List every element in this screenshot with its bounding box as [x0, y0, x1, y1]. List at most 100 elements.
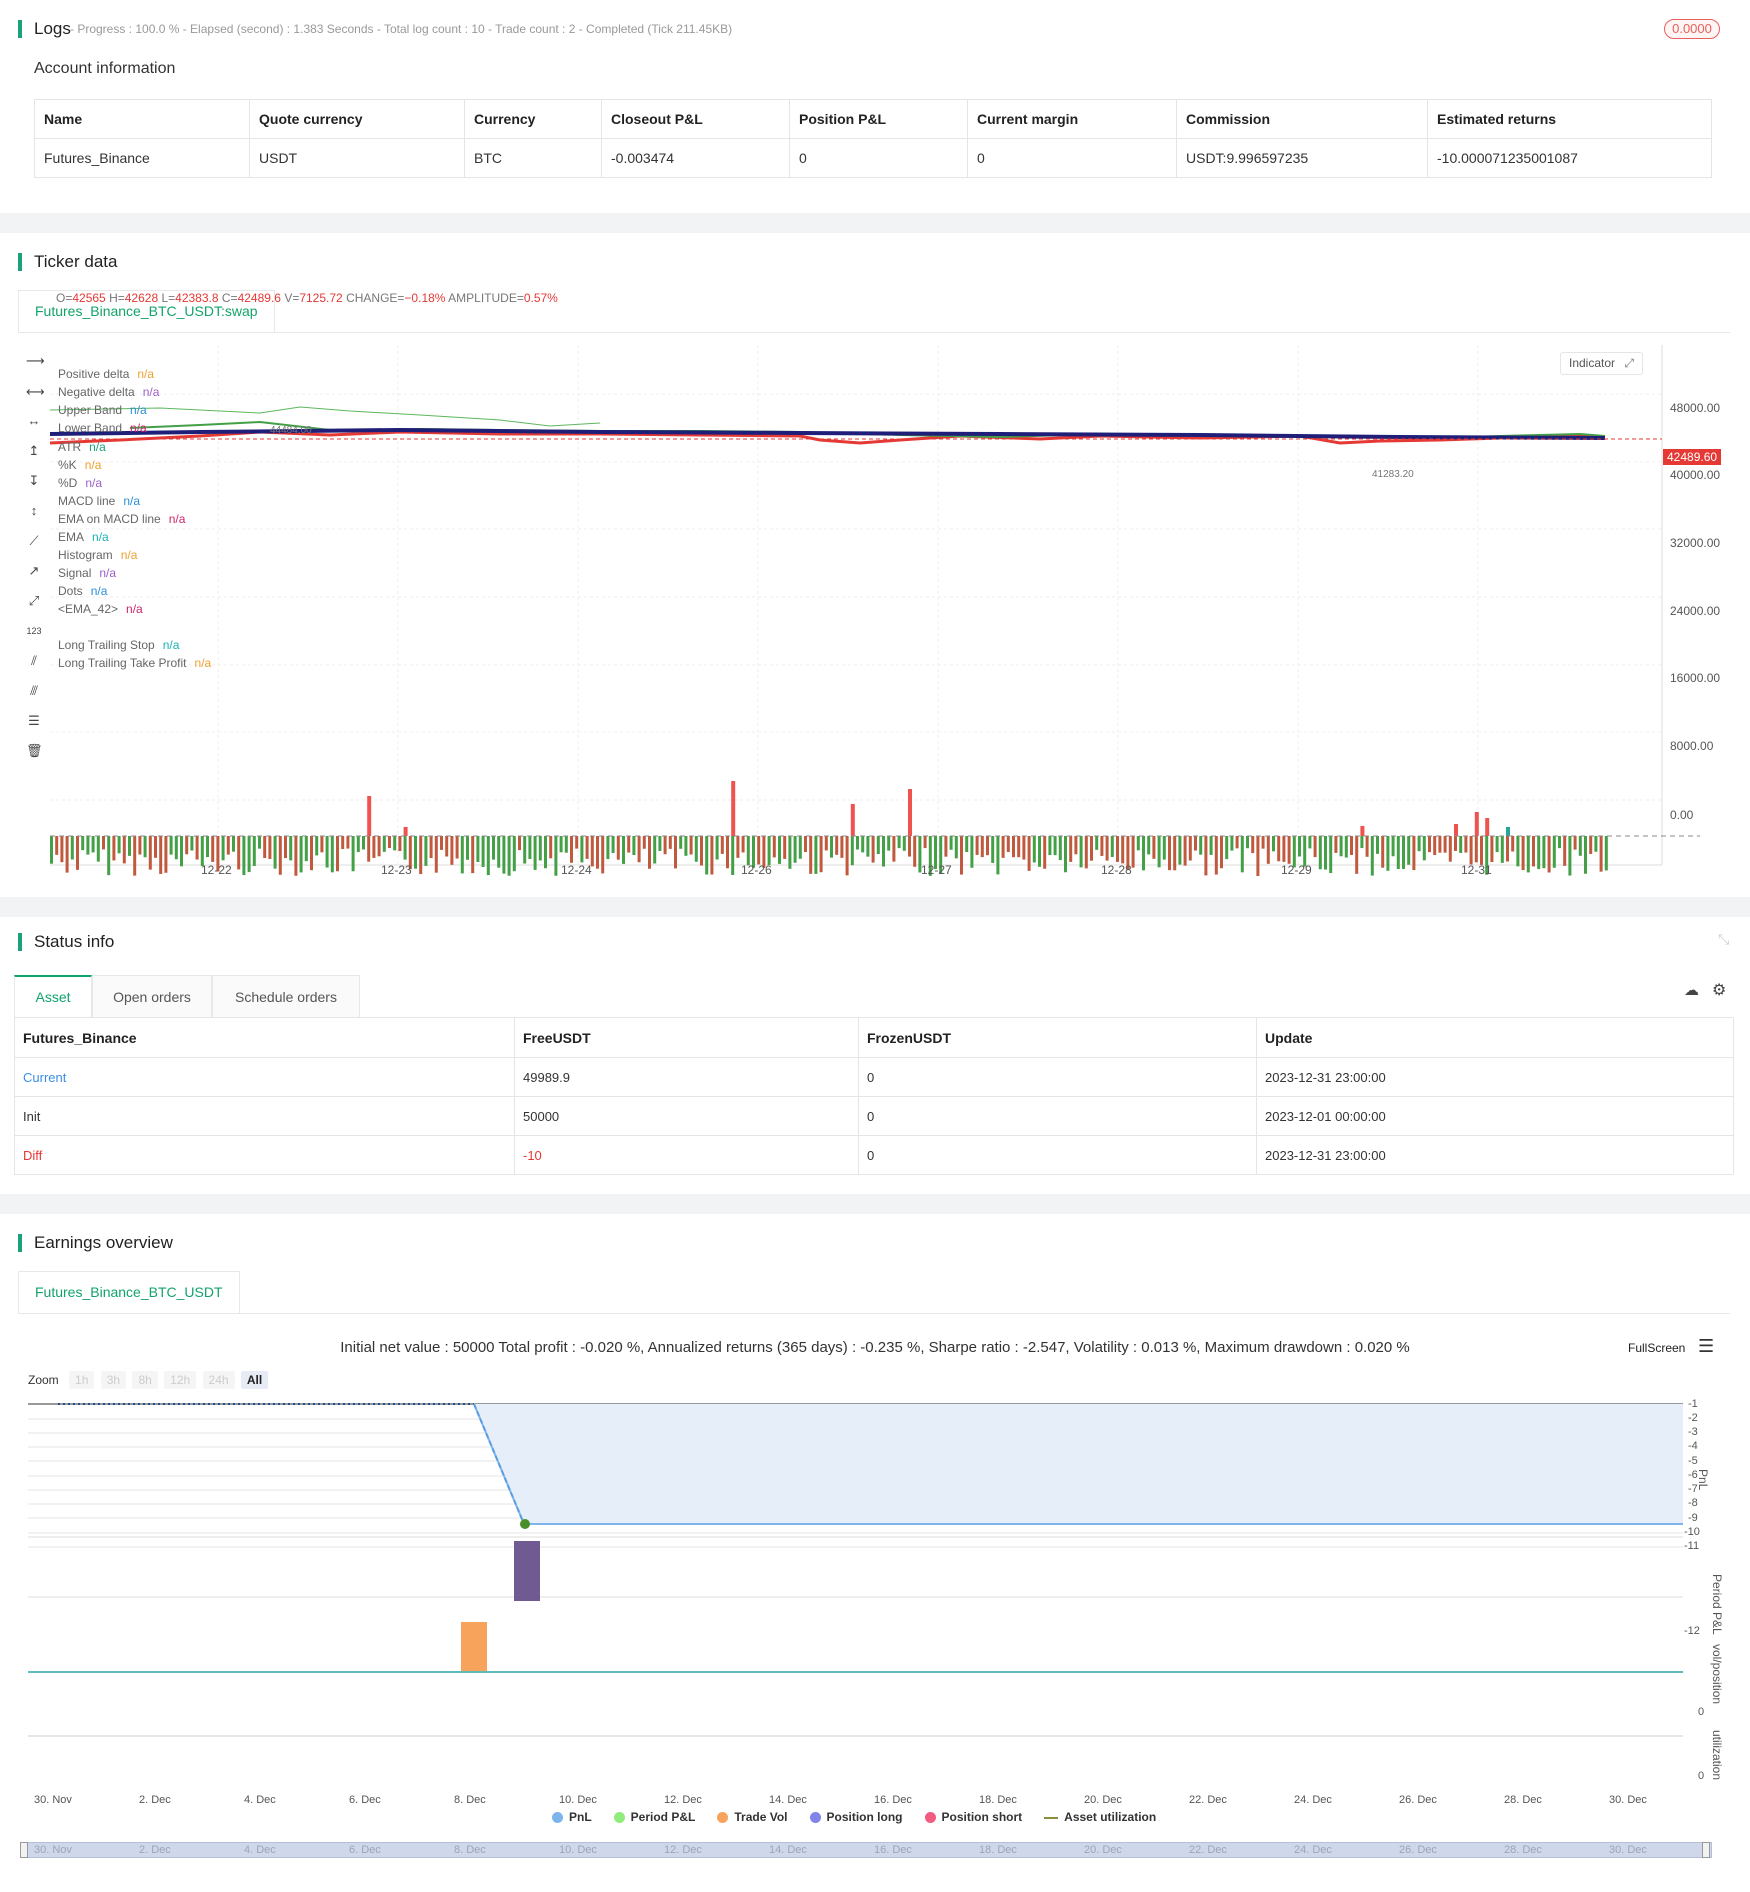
zoom-12h[interactable]: 12h	[164, 1371, 197, 1389]
legend-item[interactable]: Long Trailing Take Profit n/a	[58, 656, 211, 670]
horizontal-ray-icon[interactable]: ⟶	[26, 353, 45, 369]
legend-item[interactable]: EMA on MACD line n/a	[58, 512, 185, 526]
navigator-tick: 16. Dec	[874, 1844, 912, 1856]
volume-bar	[814, 836, 818, 874]
legend-item[interactable]: Trade Vol	[717, 1810, 788, 1824]
legend-item[interactable]: Positive delta n/a	[58, 367, 154, 381]
expand-icon[interactable]: ⤢	[1624, 356, 1634, 370]
legend-item[interactable]: MACD line n/a	[58, 494, 140, 508]
volume-bar	[549, 836, 553, 859]
volume-bar	[164, 836, 168, 873]
volume-bar	[325, 836, 329, 868]
gear-icon[interactable]: ⚙	[1712, 980, 1726, 1000]
legend-item[interactable]: Position short	[924, 1810, 1022, 1824]
navigator[interactable]	[24, 1842, 1712, 1858]
tab-open-orders[interactable]: Open orders	[92, 975, 212, 1018]
menu-icon[interactable]: ☰	[1698, 1336, 1714, 1357]
volume-bar	[382, 836, 386, 852]
fullscreen-button[interactable]: FullScreen	[1628, 1341, 1685, 1355]
volume-bar	[497, 836, 501, 868]
horizontal-segment-icon[interactable]: ↔	[26, 413, 42, 429]
price-label-icon[interactable]: 123	[26, 623, 42, 639]
legend-item[interactable]: %K n/a	[58, 458, 101, 472]
tab-asset[interactable]: Asset	[14, 975, 92, 1018]
legend-value: n/a	[130, 403, 147, 417]
x-tick: 12. Dec	[664, 1794, 702, 1806]
legend-item[interactable]: Position long	[809, 1810, 903, 1824]
volume-bar	[1490, 836, 1494, 863]
legend-item[interactable]: Upper Band n/a	[58, 403, 147, 417]
horizontal-line-icon[interactable]: ⟷	[26, 384, 45, 400]
volume-spike	[731, 781, 736, 836]
earnings-summary: Initial net value : 50000 Total profit :…	[340, 1339, 1410, 1356]
legend-item[interactable]: Asset utilization	[1044, 1810, 1156, 1824]
legend-item[interactable]: Dots n/a	[58, 584, 107, 598]
navigator-left-handle[interactable]	[20, 1842, 28, 1858]
zoom-8h[interactable]: 8h	[132, 1371, 158, 1389]
indicator-button[interactable]: Indicator ⤢	[1560, 352, 1643, 375]
table-row: Diff -10 0 2023-12-31 23:00:00	[14, 1135, 1734, 1175]
tab-earnings-symbol[interactable]: Futures_Binance_BTC_USDT	[18, 1271, 240, 1313]
volume-bar	[388, 836, 391, 849]
account-header-row: Name Quote currency Currency Closeout P&…	[34, 99, 1712, 139]
legend-item[interactable]: Negative delta n/a	[58, 385, 159, 399]
volume-bar	[1157, 836, 1161, 868]
volume-bar	[1256, 836, 1260, 876]
volume-bar	[1225, 836, 1229, 860]
ray-line-icon[interactable]: ↗	[26, 563, 42, 579]
legend-item[interactable]: Histogram n/a	[58, 548, 137, 562]
legend-label: Dots	[58, 584, 83, 598]
y-tick-32000: 32000.00	[1670, 536, 1721, 550]
volume-bar	[840, 836, 844, 858]
x-tick: 28. Dec	[1504, 1794, 1542, 1806]
volume-bar	[1090, 836, 1093, 861]
legend-item[interactable]: ATR n/a	[58, 440, 106, 454]
trash-icon[interactable]: 🗑	[26, 743, 43, 759]
legend-item[interactable]: <EMA_42> n/a	[58, 602, 143, 616]
vertical-ray-icon[interactable]: ↥	[26, 443, 42, 459]
navigator-tick: 2. Dec	[139, 1844, 171, 1856]
segment-line-icon[interactable]: ⤢	[26, 593, 42, 609]
ticker-chart[interactable]	[0, 340, 1750, 880]
legend-value: n/a	[194, 656, 212, 670]
legend-item[interactable]: Lower Band n/a	[58, 421, 147, 435]
legend-label: Upper Band	[58, 403, 123, 417]
legend-item[interactable]: Signal n/a	[58, 566, 116, 580]
volume-bar	[1001, 836, 1005, 858]
volume-bar	[81, 836, 85, 851]
zoom-24h[interactable]: 24h	[202, 1371, 235, 1389]
tab-schedule-orders[interactable]: Schedule orders	[212, 975, 360, 1018]
fib-retracement-icon[interactable]: ☰	[26, 713, 42, 729]
pane-label-util: utilization	[1710, 1730, 1724, 1781]
volume-bar	[689, 836, 693, 855]
collapse-icon[interactable]: ⤡	[1718, 931, 1729, 948]
cloud-download-icon[interactable]: ☁	[1684, 981, 1699, 999]
volume-bar	[1552, 836, 1556, 868]
volume-bar	[533, 836, 537, 870]
navigator-tick: 10. Dec	[559, 1844, 597, 1856]
legend-item[interactable]: EMA n/a	[58, 530, 109, 544]
x-tick: 6. Dec	[349, 1794, 381, 1806]
vertical-line-icon[interactable]: ↕	[26, 503, 42, 519]
legend-item[interactable]: Period P&L	[613, 1810, 695, 1824]
legend-item[interactable]: Long Trailing Stop n/a	[58, 638, 179, 652]
volume-bar	[1433, 836, 1437, 856]
zoom-all[interactable]: All	[240, 1371, 269, 1389]
volume-bar	[658, 836, 662, 851]
circle-marker-icon	[809, 1812, 821, 1824]
volume-bar	[793, 836, 797, 863]
earnings-chart[interactable]	[0, 1399, 1750, 1799]
legend-item[interactable]: %D n/a	[58, 476, 102, 490]
zoom-1h[interactable]: 1h	[69, 1371, 95, 1389]
fib-channel-icon[interactable]: ⫻	[26, 683, 42, 699]
volume-bar	[949, 836, 953, 850]
asset-table: Futures_Binance FreeUSDT FrozenUSDT Upda…	[14, 1017, 1734, 1175]
trend-line-icon[interactable]: ⟋	[26, 533, 42, 549]
navigator-right-handle[interactable]	[1702, 1842, 1710, 1858]
legend-item[interactable]: PnL	[552, 1810, 592, 1824]
parallel-channel-icon[interactable]: ⫽	[26, 653, 42, 669]
volume-bar	[1526, 836, 1530, 873]
volume-bar	[866, 836, 870, 857]
zoom-3h[interactable]: 3h	[100, 1371, 127, 1389]
vertical-down-icon[interactable]: ↧	[26, 473, 42, 489]
